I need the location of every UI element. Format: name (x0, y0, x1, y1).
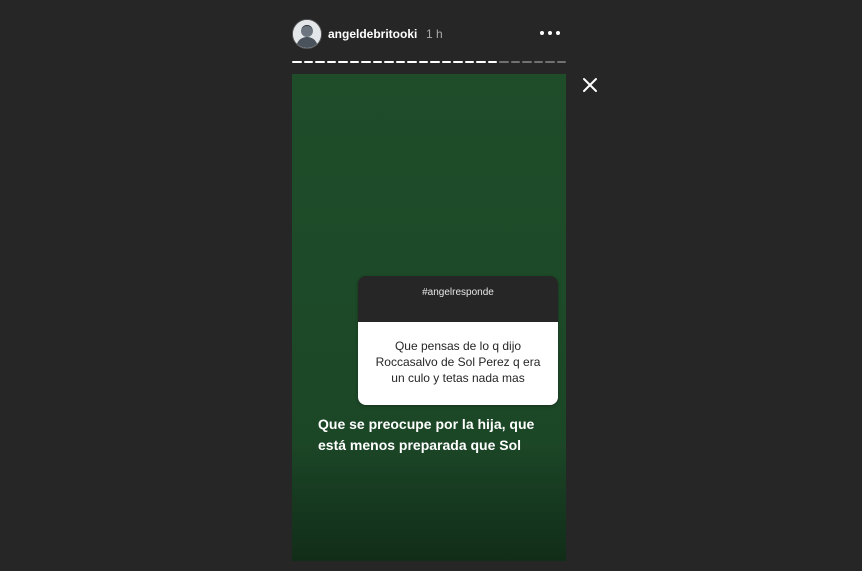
progress-segment (349, 61, 359, 63)
story-frame[interactable]: #angelresponde Que pensas de lo q dijo R… (292, 74, 566, 561)
story-header: angeldebritooki 1 h (292, 19, 566, 49)
progress-segment (338, 61, 348, 63)
question-sticker-text: Que pensas de lo q dijo Roccasalvo de So… (358, 322, 558, 405)
question-sticker: #angelresponde Que pensas de lo q dijo R… (358, 276, 558, 405)
more-options-icon[interactable] (540, 25, 560, 41)
progress-segment (545, 61, 555, 63)
username[interactable]: angeldebritooki (328, 27, 417, 41)
progress-segment (303, 61, 313, 63)
progress-segment (384, 61, 394, 63)
progress-segment (361, 61, 371, 63)
progress-segment (326, 61, 336, 63)
story-viewer: angeldebritooki 1 h #angelresponde Que p… (0, 0, 862, 571)
progress-segment (464, 61, 474, 63)
story-progress-bar (292, 61, 566, 63)
post-timestamp: 1 h (426, 27, 443, 41)
more-dot (548, 31, 552, 35)
progress-segment (407, 61, 417, 63)
progress-segment (487, 61, 497, 63)
question-sticker-title: #angelresponde (358, 276, 558, 322)
story-shade (292, 441, 566, 561)
progress-segment (499, 61, 509, 63)
progress-segment (453, 61, 463, 63)
answer-text: Que se preocupe por la hija, que está me… (318, 416, 535, 453)
progress-segment (522, 61, 532, 63)
progress-segment (556, 61, 566, 63)
progress-segment (510, 61, 520, 63)
progress-segment (441, 61, 451, 63)
progress-segment (533, 61, 543, 63)
progress-segment (395, 61, 405, 63)
progress-segment (315, 61, 325, 63)
progress-segment (430, 61, 440, 63)
more-dot (556, 31, 560, 35)
progress-segment (292, 61, 302, 63)
progress-segment (476, 61, 486, 63)
more-dot (540, 31, 544, 35)
user-avatar-icon[interactable] (292, 19, 322, 49)
progress-segment (418, 61, 428, 63)
progress-segment (372, 61, 382, 63)
close-icon[interactable] (581, 76, 599, 94)
